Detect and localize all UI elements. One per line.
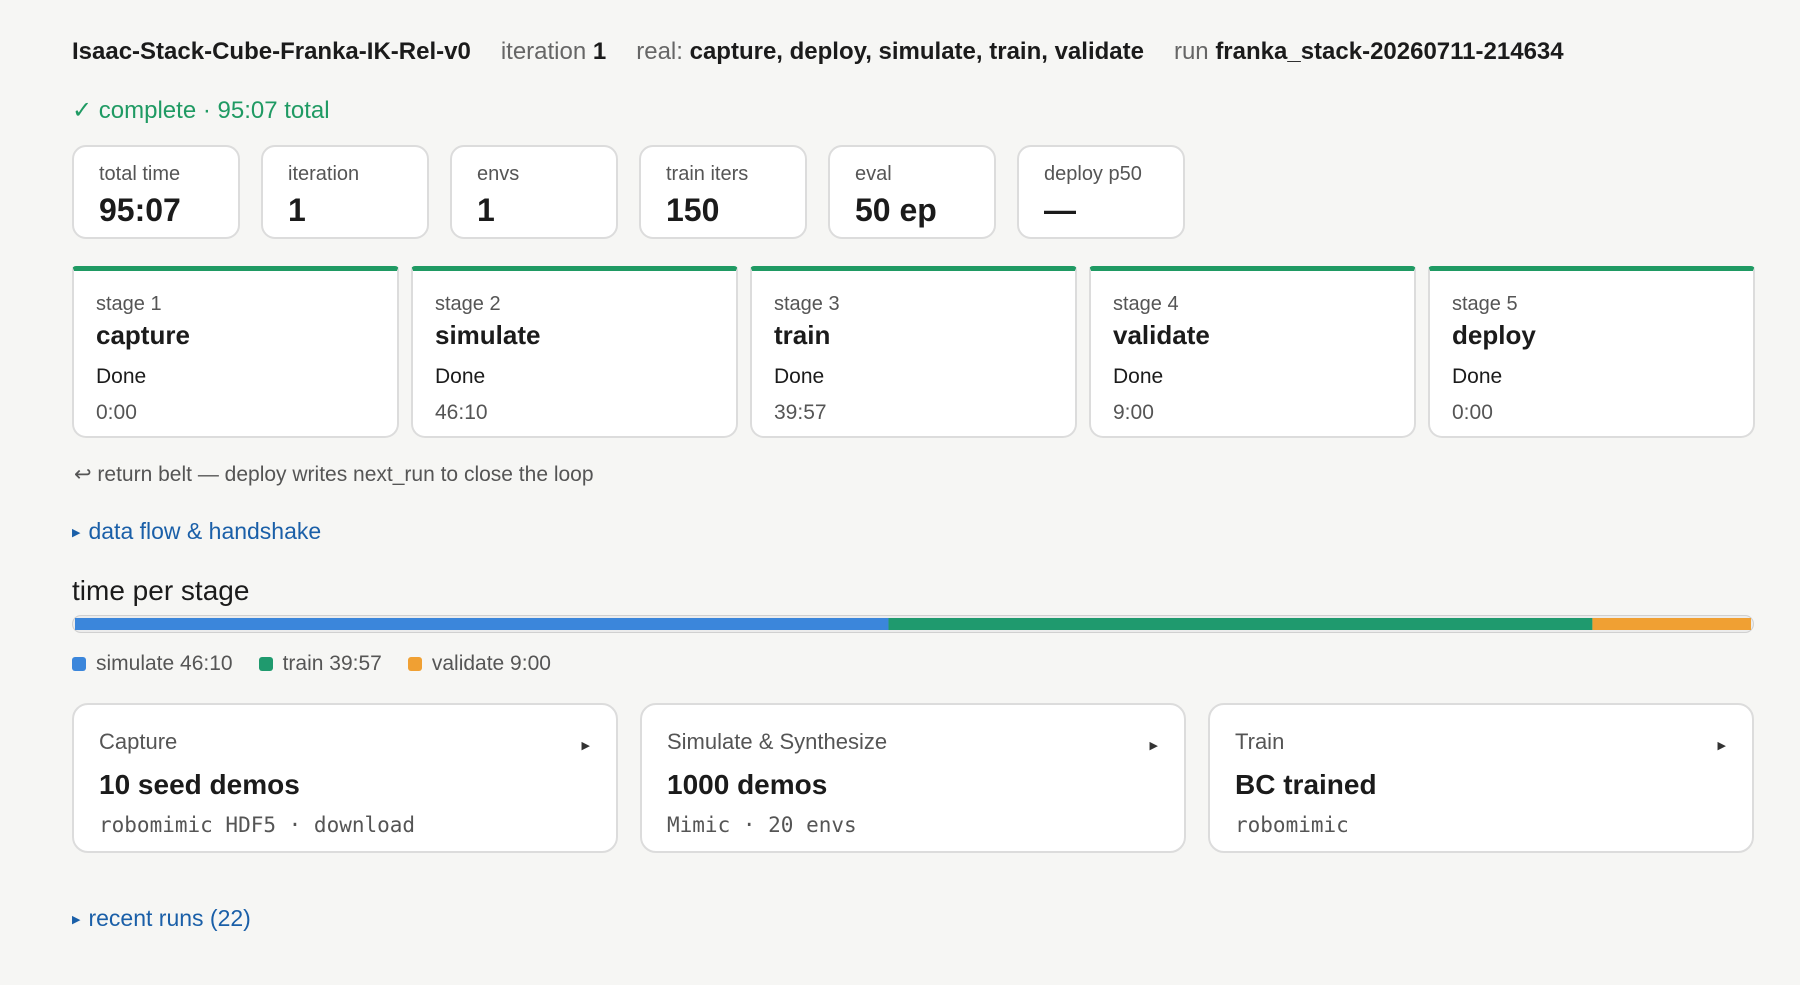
iteration-info: iteration 1 bbox=[500, 38, 607, 65]
time-legend: simulate 46:10 train 39:57 validate 9:00 bbox=[72, 652, 577, 676]
run-header: Isaac-Stack-Cube-Franka-IK-Rel-v0 iterat… bbox=[72, 38, 1594, 66]
stage-state: Done bbox=[435, 365, 486, 388]
kpi-row: total time 95:07 iteration 1 envs 1 train i… bbox=[72, 145, 1206, 239]
stage-state: Done bbox=[1113, 365, 1164, 388]
stage-row: stage 1 capture Done 0:00 stage 2 simula… bbox=[72, 266, 1755, 438]
legend-item-simulate: simulate 46:10 bbox=[72, 652, 233, 676]
stage-card-validate[interactable]: stage 4 validate Done 9:00 bbox=[1089, 266, 1416, 438]
kpi-train-iters: train iters 150 bbox=[639, 145, 807, 239]
triangle-right-icon: ▶ bbox=[72, 914, 81, 926]
time-per-stage-bar bbox=[72, 615, 1754, 633]
kpi-deploy-p50: deploy p50— bbox=[1017, 145, 1185, 239]
stage-state: Done bbox=[1452, 365, 1503, 388]
stage-duration: 0:00 bbox=[1452, 401, 1493, 424]
stage-duration: 0:00 bbox=[96, 401, 137, 424]
real-stages-info: real: capture, deploy, simulate, train, … bbox=[636, 38, 1144, 65]
triangle-right-icon: ▶ bbox=[72, 527, 81, 539]
card-simulate-synthesize[interactable]: Simulate & Synthesize ▶ 1000 demos Mimic… bbox=[640, 703, 1186, 853]
stage-state: Done bbox=[774, 365, 825, 388]
stage-card-capture[interactable]: stage 1 capture Done 0:00 bbox=[72, 266, 399, 438]
time-segment-validate bbox=[1592, 618, 1751, 630]
triangle-right-icon: ▶ bbox=[1717, 740, 1726, 752]
kpi-eval: eval 50 ep bbox=[828, 145, 996, 239]
data-flow-toggle[interactable]: ▶ data flow & handshake bbox=[72, 518, 321, 545]
legend-item-validate: validate 9:00 bbox=[407, 652, 551, 676]
triangle-right-icon: ▶ bbox=[1149, 740, 1158, 752]
time-bar-svg bbox=[75, 618, 1751, 630]
return-belt-note: ↩ return belt — deploy writes next_run t… bbox=[74, 463, 594, 486]
stage-duration: 9:00 bbox=[1113, 401, 1154, 424]
check-icon: ✓ bbox=[72, 97, 93, 124]
stage-card-simulate[interactable]: stage 2 simulate Done 46:10 bbox=[411, 266, 738, 438]
kpi-envs: envs 1 bbox=[450, 145, 618, 239]
triangle-right-icon: ▶ bbox=[581, 740, 590, 752]
legend-swatch bbox=[407, 657, 422, 671]
time-segment-simulate bbox=[75, 618, 889, 630]
legend-swatch bbox=[72, 657, 86, 671]
status-text: complete · 95:07 total bbox=[98, 97, 330, 124]
stage-duration: 39:57 bbox=[774, 401, 827, 424]
stage-duration: 46:10 bbox=[435, 401, 488, 424]
card-train[interactable]: Train ▶ BC trained robomimic bbox=[1208, 703, 1754, 853]
stage-state: Done bbox=[96, 365, 147, 388]
legend-swatch bbox=[258, 657, 273, 671]
stage-card-train[interactable]: stage 3 train Done 39:57 bbox=[750, 266, 1077, 438]
stage-card-deploy[interactable]: stage 5 deploy Done 0:00 bbox=[1428, 266, 1755, 438]
time-per-stage-title: time per stage bbox=[72, 575, 250, 606]
run-status: ✓ complete · 95:07 total bbox=[72, 96, 330, 125]
card-capture[interactable]: Capture ▶ 10 seed demos robomimic HDF5 ·… bbox=[72, 703, 618, 853]
time-segment-train bbox=[888, 618, 1593, 630]
legend-item-train: train 39:57 bbox=[258, 652, 382, 676]
artifact-cards: Capture ▶ 10 seed demos robomimic HDF5 ·… bbox=[72, 703, 1754, 853]
task-name: Isaac-Stack-Cube-Franka-IK-Rel-v0 bbox=[72, 38, 471, 65]
kpi-total-time: total time 95:07 bbox=[72, 145, 240, 239]
run-info: run franka_stack-20260711-214634 bbox=[1173, 38, 1564, 65]
recent-runs-toggle[interactable]: ▶ recent runs (22) bbox=[72, 905, 251, 932]
kpi-iteration: iteration 1 bbox=[261, 145, 429, 239]
